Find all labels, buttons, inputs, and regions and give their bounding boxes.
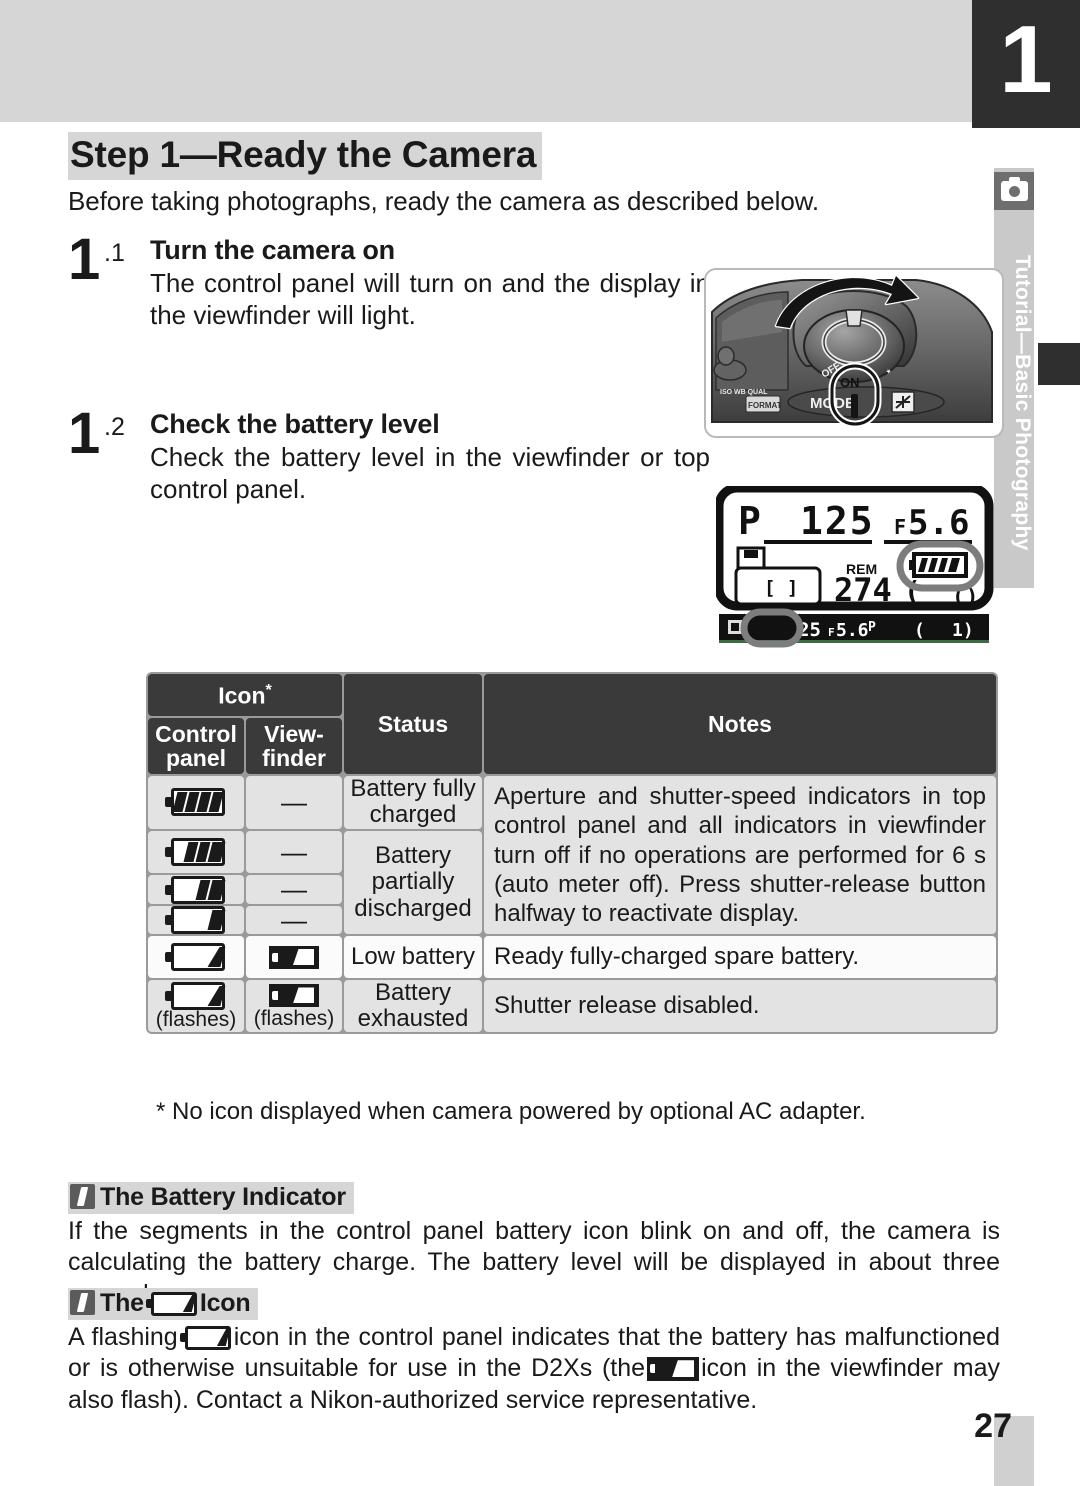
lcd-frames-remaining: 274 <box>834 571 892 609</box>
lcd-shutter-speed: 125 <box>800 499 875 543</box>
viewfinder-none-2: — <box>246 830 343 874</box>
battery-full-icon-glyph <box>165 788 227 817</box>
battery-inverted-icon <box>246 936 343 978</box>
battery-low-segments-icon <box>148 905 244 935</box>
battery-inverted-icon-glyph <box>269 946 319 969</box>
battery-inverted-flashing-icon-glyph <box>269 984 319 1008</box>
camera-icon-glyph <box>1000 177 1028 201</box>
camera-power-switch-illustration: OFF * MODE FORMAT ISO WB QUAL ON <box>704 268 1004 438</box>
side-dark-marker <box>1038 343 1080 385</box>
table-header-icon-label: Icon <box>218 682 266 709</box>
table-header-notes: Notes <box>484 674 996 775</box>
table-row-fully-charged: — Battery fully charged Aperture and shu… <box>148 775 996 935</box>
table-header-viewfinder: View-finder <box>246 717 343 775</box>
vf-aperture: 5.6 <box>836 620 869 641</box>
vf-mode: P <box>868 620 876 635</box>
tip-battery-malfunction-body: A flashing icon in the control panel ind… <box>68 1322 1000 1416</box>
table-header-row-1: Icon* Status Notes <box>148 674 996 775</box>
viewfinder-flashes-label: (flashes) <box>253 1006 335 1030</box>
battery-level-table: Icon* Status Notes Control panel View-fin… <box>146 672 998 1035</box>
status-exhausted: Battery exhausted <box>344 979 483 1033</box>
notes-low-battery: Ready fully-charged spare battery. <box>484 936 996 978</box>
table-row-exhausted: (flashes) (flashes) Battery exhausted Sh… <box>148 979 996 1033</box>
battery-three-quarter-icon <box>148 830 244 874</box>
lcd-illustration-svg: P 125 F 5.6 [ ] REM 274 ( () 25 F 5.6 P … <box>714 483 994 648</box>
battery-empty-wedge-icon <box>145 1292 198 1316</box>
battery-full-icon <box>148 776 244 829</box>
step-1-2-subnumber: .2 <box>104 413 125 442</box>
notes-auto-meter-off: Aperture and shutter-speed indicators in… <box>484 776 996 935</box>
svg-text:ON: ON <box>840 375 860 390</box>
tip-heading-the: The <box>100 1289 144 1317</box>
page-title: Step 1—Ready the Camera <box>68 132 543 180</box>
chapter-number-tab: 1 <box>972 0 1080 128</box>
step-1-1-number: 1 <box>68 227 101 292</box>
battery-inverted-flashing-icon: (flashes) <box>246 979 343 1033</box>
step-1-2-body: Check the battery level Check the batter… <box>150 409 710 505</box>
status-partially-discharged: Battery partially discharged <box>344 830 483 935</box>
battery-half-icon <box>148 875 244 904</box>
pencil-note-icon <box>70 1184 95 1209</box>
tip-battery-malfunction-icon: The Icon A flashing icon in the control … <box>68 1288 1000 1416</box>
battery-empty-wedge-icon <box>179 1326 232 1350</box>
battery-empty-wedge-flashing-icon-glyph <box>165 981 227 1010</box>
tip-battery-indicator-title: The Battery Indicator <box>100 1183 346 1211</box>
battery-half-icon-glyph <box>165 875 227 904</box>
page-intro: Before taking photographs, ready the cam… <box>68 186 820 216</box>
step-1-1-body: Turn the camera on The control panel wil… <box>150 235 710 331</box>
lcd-aperture-value: 5.6 <box>908 503 969 543</box>
svg-text:ISO WB QUAL: ISO WB QUAL <box>720 389 768 396</box>
battery-inverted-icon <box>647 1357 700 1382</box>
battery-low-segments-icon-glyph <box>165 906 227 935</box>
table-footnote: * No icon displayed when camera powered … <box>156 1098 866 1125</box>
lcd-focus-brackets: [ ] <box>764 577 798 599</box>
tip-battery-indicator-heading: The Battery Indicator <box>68 1182 354 1214</box>
step-1-1-text: The control panel will turn on and the d… <box>150 268 710 330</box>
pencil-note-icon <box>70 1290 95 1315</box>
svg-text:F: F <box>828 626 835 639</box>
tip-heading-icon-word: Icon <box>199 1289 251 1317</box>
table-row-low-battery: Low battery Ready fully-charged spare ba… <box>148 936 996 978</box>
table-header-status: Status <box>344 674 483 775</box>
status-low-battery: Low battery <box>344 936 483 978</box>
svg-text:(: ( <box>914 620 925 641</box>
viewfinder-none-3: — <box>246 875 343 904</box>
battery-empty-wedge-flashing-icon: (flashes) <box>148 979 244 1033</box>
tip-battery-malfunction-heading: The Icon <box>68 1288 259 1320</box>
svg-text:FORMAT: FORMAT <box>748 401 782 410</box>
table-header-icon-star: * <box>265 681 272 699</box>
battery-three-quarter-icon-glyph <box>165 838 227 867</box>
top-header-band <box>0 0 1007 122</box>
table-header-icon: Icon* <box>148 674 343 716</box>
camera-illustration-svg: OFF * MODE FORMAT ISO WB QUAL ON <box>711 274 993 428</box>
viewfinder-none-1: — <box>246 776 343 829</box>
viewfinder-none-4: — <box>246 906 343 935</box>
step-1-1-subnumber: .1 <box>104 239 125 267</box>
control-panel-lcd-illustration: P 125 F 5.6 [ ] REM 274 ( () 25 F 5.6 P … <box>714 483 998 656</box>
page-number: 27 <box>974 1407 1012 1445</box>
step-1-1-title: Turn the camera on <box>150 235 395 265</box>
step-1-2-number: 1 <box>68 401 101 467</box>
lcd-battery-icon <box>909 552 968 578</box>
svg-text:1): 1) <box>952 620 974 641</box>
battery-empty-wedge-icon-glyph <box>165 943 227 972</box>
tip-body-part1: A flashing <box>68 1323 178 1351</box>
battery-empty-wedge-icon <box>148 936 244 978</box>
camera-icon <box>994 172 1034 210</box>
notes-exhausted: Shutter release disabled. <box>484 979 996 1033</box>
lcd-mode: P <box>738 499 761 543</box>
table-header-control-panel: Control panel <box>148 717 244 775</box>
lcd-aperture-f: F <box>894 515 906 539</box>
status-fully-charged: Battery fully charged <box>344 775 483 829</box>
step-1-2-title: Check the battery level <box>150 409 440 440</box>
control-panel-flashes-label: (flashes) <box>155 1007 237 1031</box>
step-1-2-text: Check the battery level in the viewfinde… <box>150 442 710 505</box>
